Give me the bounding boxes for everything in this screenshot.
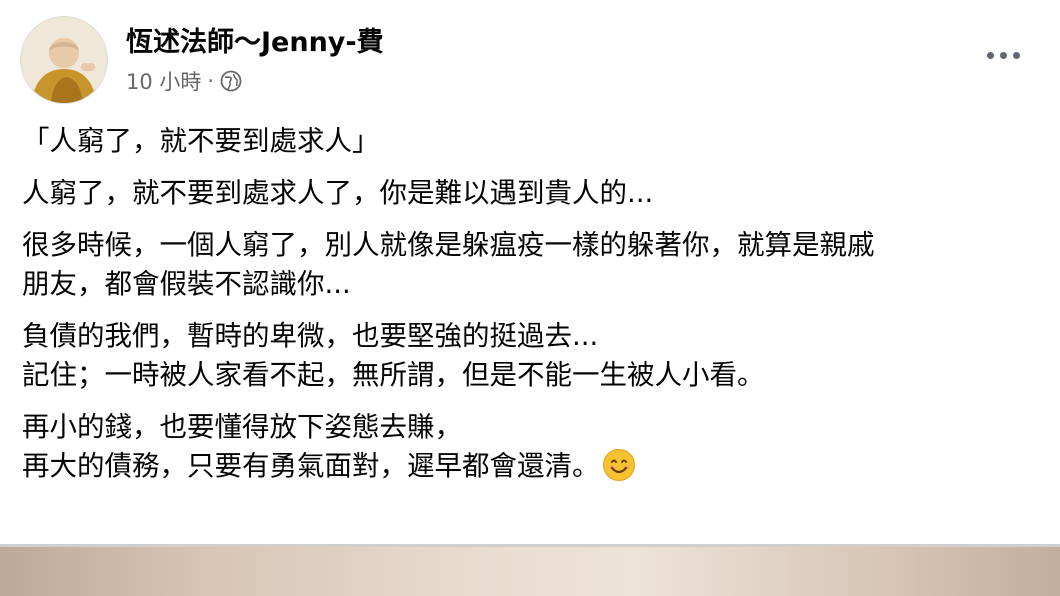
paragraph-4-line-2: 再大的債務，只要有勇氣面對，遲早都會還清。	[22, 450, 600, 482]
paragraph-1: 人窮了，就不要到處求人了，你是難以遇到貴人的...	[22, 177, 654, 209]
paragraph-2-line-1: 很多時候，一個人窮了，別人就像是躲瘟疫一樣的躲著你，就算是親戚	[22, 229, 875, 261]
author-avatar[interactable]	[20, 16, 108, 104]
more-dot-icon	[1012, 51, 1020, 59]
post-time[interactable]: 10 小時	[126, 66, 201, 96]
paragraph-3: 負債的我們，暫時的卑微，也要堅強的挺過去... 記住；一時被人家看不起，無所謂，…	[22, 317, 1052, 395]
paragraph-2-line-2: 朋友，都會假裝不認識你...	[22, 268, 351, 300]
more-options-button[interactable]	[980, 44, 1026, 66]
paragraph-4-line-1: 再小的錢，也要懂得放下姿態去賺，	[22, 411, 462, 443]
paragraph-2: 很多時候，一個人窮了，別人就像是躲瘟疫一樣的躲著你，就算是親戚 朋友，都會假裝不…	[22, 226, 1052, 304]
meta-separator: ·	[207, 69, 215, 93]
paragraph-3-line-1: 負債的我們，暫時的卑微，也要堅強的挺過去...	[22, 320, 599, 352]
post-meta: 10 小時 ·	[126, 66, 242, 96]
monk-avatar-icon	[21, 17, 107, 103]
post-title-line: 「人窮了，就不要到處求人」	[22, 125, 380, 157]
paragraph-4: 再小的錢，也要懂得放下姿態去賺， 再大的債務，只要有勇氣面對，遲早都會還清。	[22, 408, 1052, 486]
post-content: 「人窮了，就不要到處求人」 人窮了，就不要到處求人了，你是難以遇到貴人的... …	[22, 122, 1052, 499]
smiling-face-emoji-icon	[602, 449, 635, 481]
post-header: 恆述法師～Jenny-費 10 小時 ·	[20, 14, 1040, 110]
post-image-preview[interactable]	[0, 547, 1060, 596]
more-dot-icon	[999, 51, 1007, 59]
author-name[interactable]: 恆述法師～Jenny-費	[126, 20, 384, 59]
more-dot-icon	[986, 51, 994, 59]
paragraph-3-line-2: 記住；一時被人家看不起，無所謂，但是不能一生被人小看。	[22, 359, 765, 391]
globe-icon[interactable]	[220, 70, 242, 92]
paragraph-4-line-2-wrap: 再大的債務，只要有勇氣面對，遲早都會還清。	[22, 447, 1052, 486]
